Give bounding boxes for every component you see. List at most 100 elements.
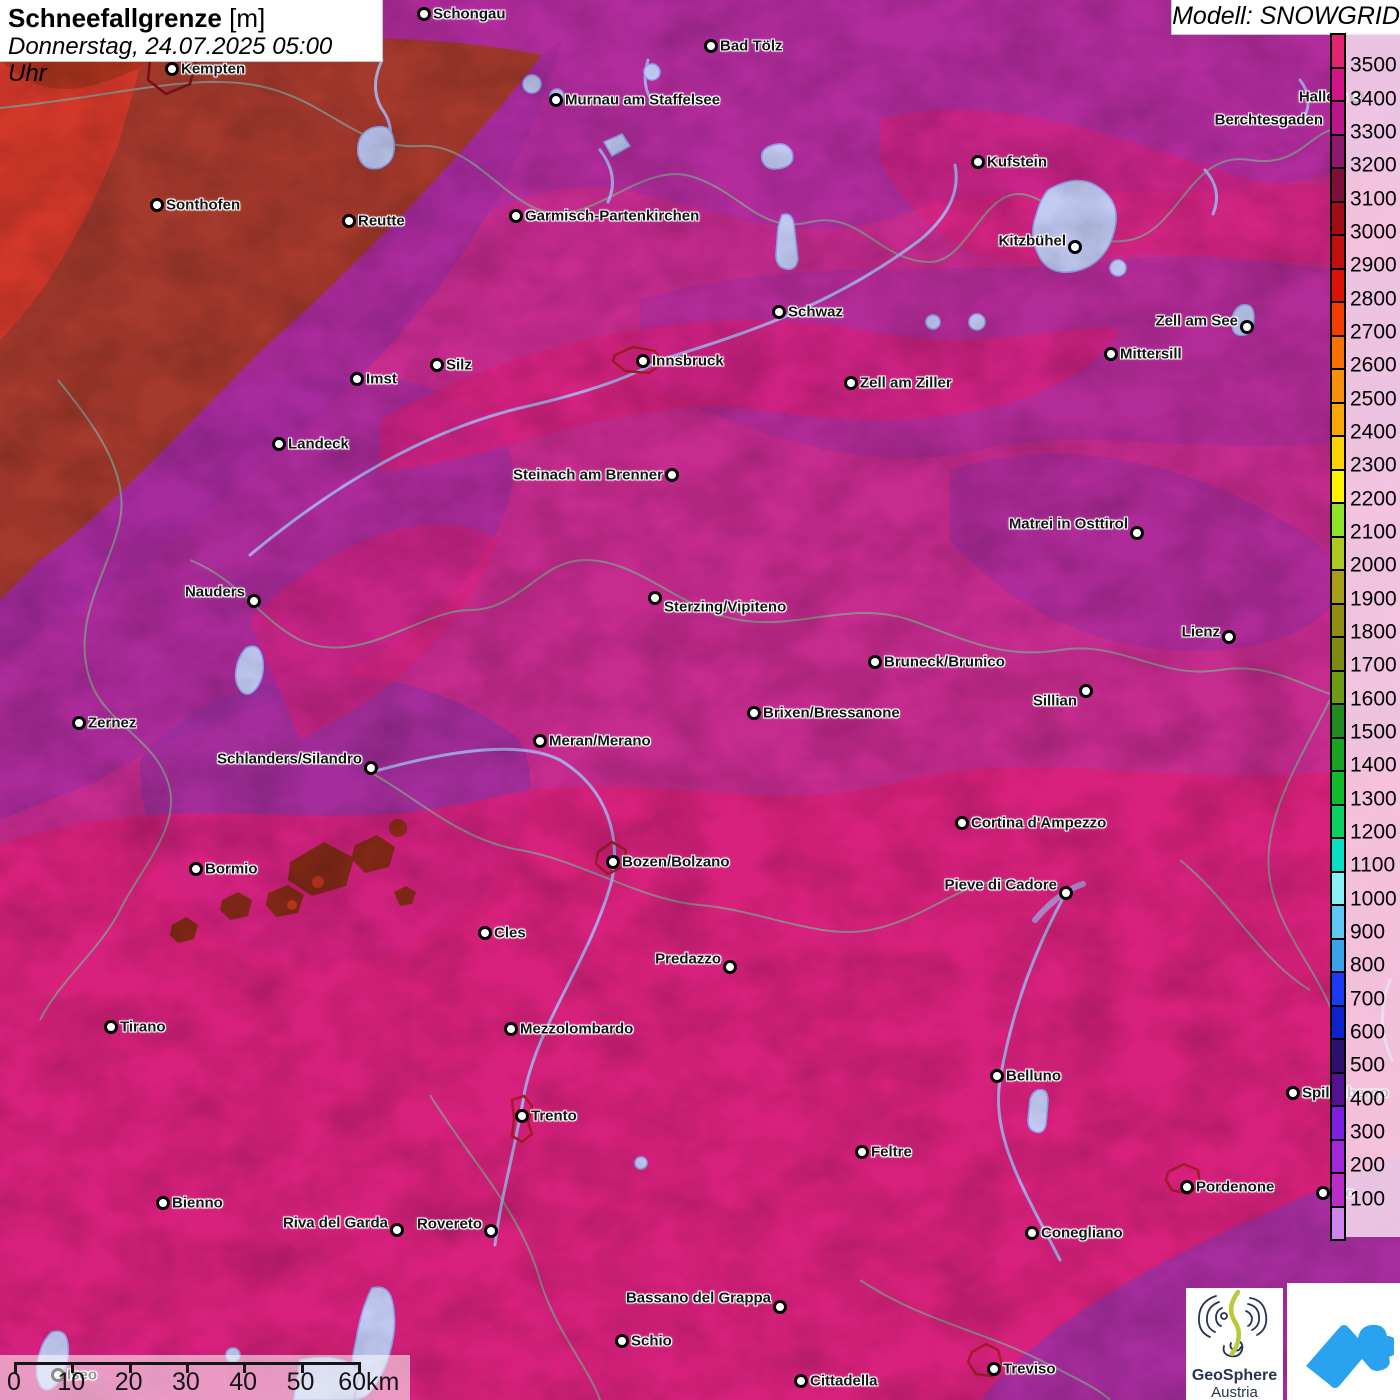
city-dot-mezzolombardo	[504, 1022, 518, 1036]
colorbar-tick-2700: 2700	[1350, 320, 1397, 344]
city-dot-cittadella	[794, 1374, 808, 1388]
city-dot-feltre	[855, 1145, 869, 1159]
colorbar-block-5	[1332, 202, 1344, 236]
colorbar-block-20	[1332, 705, 1344, 739]
weather-map-page: Schongau Bad Tölz Kempten Murnau am Staffel…	[0, 0, 1400, 1400]
city-label-brixen-bressanone: Brixen/Bressanone	[763, 704, 900, 722]
city-label-silz: Silz	[446, 356, 472, 374]
partner-logo-mountain-icon	[1305, 1324, 1394, 1388]
city-dot-steinach-am-brenner	[665, 468, 679, 482]
model-label-box: Modell: SNOWGRID	[1171, 0, 1400, 35]
scale-label-0: 0	[7, 1368, 21, 1396]
city-dot-reutte	[342, 214, 356, 228]
city-dot-zell-am-see	[1240, 320, 1254, 334]
city-dot-matrei-in-osttirol	[1130, 526, 1144, 540]
city-label-kitzb-hel: Kitzbühel	[998, 232, 1067, 250]
city-label-bruneck-brunico: Bruneck/Brunico	[884, 653, 1005, 671]
city-label-tirano: Tirano	[120, 1018, 166, 1036]
city-dot-zernez	[72, 716, 86, 730]
colorbar-block-26	[1332, 906, 1344, 940]
city-label-sonthofen: Sonthofen	[166, 196, 241, 214]
city-label-mezzolombardo: Mezzolombardo	[520, 1020, 634, 1038]
colorbar-tick-800: 800	[1350, 953, 1386, 977]
geosphere-logo-subtext: Austria	[1211, 1384, 1258, 1400]
colorbar-block-24	[1332, 839, 1344, 873]
city-label-cles: Cles	[494, 924, 526, 942]
city-label-bassano-del-grappa: Bassano del Grappa	[625, 1289, 771, 1307]
colorbar-block-35	[1332, 1207, 1344, 1239]
colorbar-color-strip	[1330, 33, 1346, 1241]
colorbar-tick-600: 600	[1350, 1020, 1386, 1044]
city-label-garmisch-partenkirchen: Garmisch-Partenkirchen	[525, 207, 700, 225]
city-label-landeck: Landeck	[288, 435, 349, 453]
title-text: Schneefallgrenze	[8, 3, 222, 33]
colorbar-block-19	[1332, 671, 1344, 705]
city-dot-bienno	[156, 1196, 170, 1210]
city-label-bozen-bolzano: Bozen/Bolzano	[622, 853, 730, 871]
colorbar-tick-2600: 2600	[1350, 353, 1397, 377]
city-label-reutte: Reutte	[358, 212, 405, 230]
city-dot-schongau	[417, 7, 431, 21]
city-label-pieve-di-cadore: Pieve di Cadore	[944, 876, 1057, 894]
city-dot-schio	[615, 1334, 629, 1348]
city-label-meran-merano: Meran/Merano	[549, 732, 651, 750]
city-dot-belluno	[990, 1069, 1004, 1083]
city-dot-kitzb-hel	[1068, 240, 1082, 254]
city-dot-zell-am-ziller	[844, 376, 858, 390]
city-label-sterzing-vipiteno: Sterzing/Vipiteno	[664, 598, 787, 616]
city-label-cittadella: Cittadella	[810, 1372, 878, 1390]
city-dot-innsbruck	[636, 354, 650, 368]
colorbar-legend: 3500 3400 3300 3200 3100 3000 2900 2800 2700 2600…	[1330, 33, 1400, 1241]
colorbar-block-4	[1332, 169, 1344, 203]
city-label-murnau-am-staffelsee: Murnau am Staffelsee	[565, 91, 721, 109]
city-label-berchtesgaden: Berchtesgaden	[1214, 111, 1323, 129]
city-label-sillian: Sillian	[1032, 692, 1077, 710]
scale-label-60km: 60km	[338, 1368, 400, 1396]
city-label-schwaz: Schwaz	[788, 303, 844, 321]
city-dot-silz	[430, 358, 444, 372]
city-dot-bassano-del-grappa	[773, 1300, 787, 1314]
colorbar-block-29	[1332, 1006, 1344, 1040]
city-label-riva-del-garda: Riva del Garda	[282, 1214, 388, 1232]
city-dot-bad-t-lz	[704, 39, 718, 53]
city-label-steinach-am-brenner: Steinach am Brenner	[512, 466, 663, 484]
colorbar-block-30	[1332, 1040, 1344, 1074]
city-label-treviso: Treviso	[1003, 1360, 1056, 1378]
city-label-zernez: Zernez	[88, 714, 137, 732]
colorbar-tick-1600: 1600	[1350, 687, 1397, 711]
colorbar-block-11	[1332, 403, 1344, 437]
city-dot-imst	[350, 372, 364, 386]
geosphere-logo-box: GeoSphere Austria	[1186, 1288, 1283, 1400]
city-dot-treviso	[987, 1362, 1001, 1376]
city-dot-bormio	[189, 862, 203, 876]
colorbar-tick-400: 400	[1350, 1087, 1386, 1111]
city-label-pordenone: Pordenone	[1196, 1178, 1275, 1196]
city-label-rovereto: Rovereto	[416, 1215, 482, 1233]
partner-logo-box	[1287, 1283, 1400, 1400]
city-label-conegliano: Conegliano	[1041, 1224, 1123, 1242]
colorbar-tick-3000: 3000	[1350, 220, 1397, 244]
city-dot-lienz	[1222, 630, 1236, 644]
colorbar-block-22	[1332, 772, 1344, 806]
geosphere-logo-text: GeoSphere	[1191, 1367, 1278, 1384]
colorbar-block-7	[1332, 269, 1344, 303]
colorbar-block-27	[1332, 939, 1344, 973]
city-dot-schlanders-silandro	[364, 761, 378, 775]
colorbar-tick-700: 700	[1350, 987, 1386, 1011]
colorbar-block-33	[1332, 1140, 1344, 1174]
colorbar-tick-3500: 3500	[1350, 53, 1397, 77]
colorbar-block-21	[1332, 738, 1344, 772]
colorbar-tick-3400: 3400	[1350, 87, 1397, 111]
city-label-innsbruck: Innsbruck	[652, 352, 724, 370]
scale-label-10: 10	[57, 1368, 86, 1396]
city-dot-bruneck-brunico	[868, 655, 882, 669]
city-label-trento: Trento	[531, 1107, 577, 1125]
colorbar-tick-3200: 3200	[1350, 153, 1397, 177]
city-dot-murnau-am-staffelsee	[549, 93, 563, 107]
city-label-schio: Schio	[631, 1332, 672, 1350]
colorbar-block-2	[1332, 102, 1344, 136]
colorbar-tick-1100: 1100	[1350, 853, 1396, 877]
city-label-bormio: Bormio	[205, 860, 258, 878]
colorbar-tick-2500: 2500	[1350, 387, 1397, 411]
city-dot-sillian	[1079, 684, 1093, 698]
